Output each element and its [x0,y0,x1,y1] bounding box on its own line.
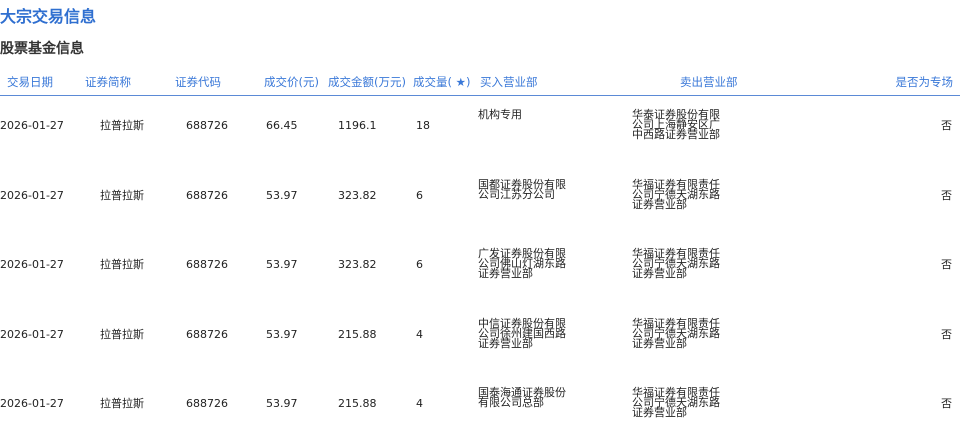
cell-amount: 323.82 [338,258,377,271]
cell-code: 688726 [186,327,228,341]
cell-name: 拉普拉斯 [100,397,144,410]
cell-special: 否 [941,119,952,132]
cell-buyer: 机构专用 [478,108,522,121]
cell-buyer: 中信证券股份有限公司徐州建国西路证券营业部 [478,316,566,350]
table-header: 交易日期 证券简称 证券代码 成交价(元) 成交金额(万元) 成交量( ★) 买… [0,74,960,96]
cell-name: 拉普拉斯 [100,327,144,341]
cell-code: 688726 [186,119,228,132]
cell-name: 拉普拉斯 [100,258,144,271]
cell-volume: 6 [416,188,423,202]
cell-price: 53.97 [266,188,298,202]
cell-buyer: 广发证券股份有限公司佛山灯湖东路证券营业部 [478,247,566,280]
header-date[interactable]: 交易日期 [7,74,53,90]
cell-price: 66.45 [266,119,298,132]
cell-price: 53.97 [266,258,298,271]
cell-code: 688726 [186,188,228,202]
cell-name: 拉普拉斯 [100,119,144,132]
table-row: 2026-01-27 拉普拉斯 688726 53.97 323.82 6 国都… [0,166,960,236]
cell-special: 否 [941,327,952,341]
cell-amount: 215.88 [338,397,377,410]
cell-seller: 华福证券有限责任公司宁德天湖东路证券营业部 [632,177,720,211]
cell-code: 688726 [186,258,228,271]
cell-volume: 6 [416,258,423,271]
cell-date: 2026-01-27 [0,258,64,271]
cell-buyer: 国都证券股份有限公司江苏分公司 [478,177,566,201]
cell-date: 2026-01-27 [0,119,64,132]
header-buyer[interactable]: 买入营业部 [480,74,538,90]
header-volume[interactable]: 成交量( ★) [413,74,470,90]
table-row: 2026-01-27 拉普拉斯 688726 53.97 323.82 6 广发… [0,235,960,305]
cell-code: 688726 [186,397,228,410]
table-row: 2026-01-27 拉普拉斯 688726 66.45 1196.1 18 机… [0,96,960,166]
cell-price: 53.97 [266,397,298,410]
cell-amount: 1196.1 [338,119,377,132]
header-seller[interactable]: 卖出营业部 [680,74,738,90]
cell-amount: 215.88 [338,327,377,341]
cell-volume: 4 [416,397,423,410]
cell-special: 否 [941,188,952,202]
cell-seller: 华泰证券股份有限公司上海静安区广中西路证券营业部 [632,108,720,141]
header-price[interactable]: 成交价(元) [264,74,319,90]
cell-special: 否 [941,397,952,410]
header-code[interactable]: 证券代码 [175,74,221,90]
table-row: 2026-01-27 拉普拉斯 688726 53.97 215.88 4 中信… [0,305,960,375]
cell-date: 2026-01-27 [0,188,64,202]
cell-volume: 4 [416,327,423,341]
header-amount[interactable]: 成交金额(万元) [328,74,406,90]
page-title: 大宗交易信息 [0,7,97,26]
cell-volume: 18 [416,119,430,132]
cell-seller: 华福证券有限责任公司宁德天湖东路证券营业部 [632,247,720,280]
cell-name: 拉普拉斯 [100,188,144,202]
cell-date: 2026-01-27 [0,397,64,410]
cell-seller: 华福证券有限责任公司宁德天湖东路证券营业部 [632,386,720,419]
cell-date: 2026-01-27 [0,327,64,341]
cell-seller: 华福证券有限责任公司宁德天湖东路证券营业部 [632,316,720,350]
table-row: 2026-01-27 拉普拉斯 688726 53.97 215.88 4 国泰… [0,374,960,444]
header-name[interactable]: 证券简称 [85,74,131,90]
cell-price: 53.97 [266,327,298,341]
section-title: 股票基金信息 [0,41,84,57]
table-body: 2026-01-27 拉普拉斯 688726 66.45 1196.1 18 机… [0,96,960,444]
cell-amount: 323.82 [338,188,377,202]
header-special[interactable]: 是否为专场 [896,74,954,90]
cell-special: 否 [941,258,952,271]
cell-buyer: 国泰海通证券股份有限公司总部 [478,386,566,409]
